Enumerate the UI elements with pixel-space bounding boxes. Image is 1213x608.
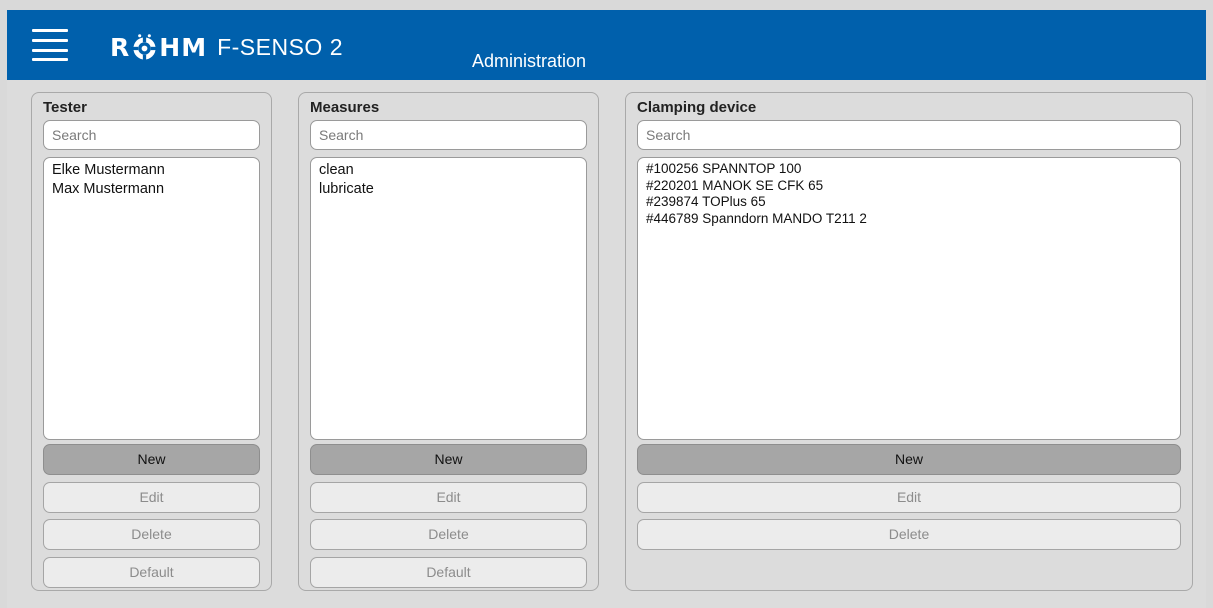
hamburger-menu-icon[interactable] [32,29,68,61]
list-item[interactable]: #220201 MANOK SE CFK 65 [638,178,1180,195]
product-name: F-SENSO 2 [217,34,343,60]
measures-delete-button[interactable]: Delete [310,519,587,550]
list-item[interactable]: Elke Mustermann [44,161,259,180]
tester-panel: Tester Elke Mustermann Max Mustermann Ne… [31,92,272,591]
list-item[interactable]: #446789 Spanndorn MANDO T211 2 [638,211,1180,228]
clamping-device-list[interactable]: #100256 SPANNTOP 100 #220201 MANOK SE CF… [637,157,1181,440]
measures-new-button[interactable]: New [310,444,587,475]
clamping-search-input[interactable] [637,120,1181,150]
measures-list[interactable]: clean lubricate [310,157,587,440]
tester-list[interactable]: Elke Mustermann Max Mustermann [43,157,260,440]
tester-new-button[interactable]: New [43,444,260,475]
measures-panel: Measures clean lubricate New Edit Delete… [298,92,599,591]
measures-search-input[interactable] [310,120,587,150]
brand-logo: R HM F-SENSO 2 [110,33,343,62]
measures-edit-button[interactable]: Edit [310,482,587,513]
list-item[interactable]: clean [311,161,586,180]
chuck-gear-icon [132,34,157,61]
clamping-device-panel: Clamping device #100256 SPANNTOP 100 #22… [625,92,1193,591]
list-item[interactable]: lubricate [311,180,586,199]
list-item[interactable]: Max Mustermann [44,180,259,199]
tester-edit-button[interactable]: Edit [43,482,260,513]
clamping-edit-button[interactable]: Edit [637,482,1181,513]
tester-search-input[interactable] [43,120,260,150]
tester-default-button[interactable]: Default [43,557,260,588]
list-item[interactable]: #100256 SPANNTOP 100 [638,161,1180,178]
clamping-delete-button[interactable]: Delete [637,519,1181,550]
roehm-logo: R HM [110,33,208,62]
clamping-new-button[interactable]: New [637,444,1181,475]
panel-title: Measures [310,99,380,116]
measures-default-button[interactable]: Default [310,557,587,588]
section-title: Administration [472,51,587,71]
panel-title: Tester [43,99,87,116]
tester-delete-button[interactable]: Delete [43,519,260,550]
panel-title: Clamping device [637,99,757,116]
list-item[interactable]: #239874 TOPlus 65 [638,194,1180,211]
